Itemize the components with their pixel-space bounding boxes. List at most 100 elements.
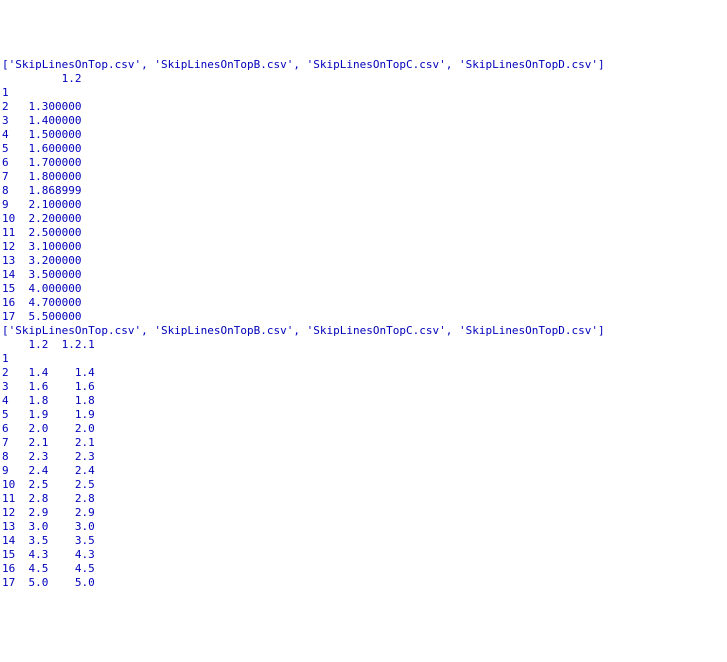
dataframe-row: 15 4.000000 [2, 282, 725, 296]
cell-value: 2.200000 [29, 212, 82, 225]
terminal-output: ['SkipLinesOnTop.csv', 'SkipLinesOnTopB.… [2, 58, 725, 590]
dataframe-row: 6 1.700000 [2, 156, 725, 170]
dataframe-row: 12 2.9 2.9 [2, 506, 725, 520]
dataframe-row: 9 2.100000 [2, 198, 725, 212]
row-index: 8 [2, 450, 29, 463]
cell-value: 2.9 [29, 506, 69, 519]
dataframe-row: 14 3.5 3.5 [2, 534, 725, 548]
row-index: 13 [2, 254, 29, 267]
dataframe-row: 2 1.4 1.4 [2, 366, 725, 380]
row-index: 12 [2, 240, 29, 253]
row-index: 6 [2, 156, 29, 169]
cell-value: 5.0 [75, 576, 115, 589]
row-index: 14 [2, 268, 29, 281]
row-index: 7 [2, 170, 29, 183]
row-index: 9 [2, 198, 29, 211]
cell-value: 2.1 [29, 436, 69, 449]
row-index: 11 [2, 492, 29, 505]
row-index: 5 [2, 408, 29, 421]
dataframe-header: 1.2 [2, 72, 725, 86]
cell-value: 3.200000 [29, 254, 82, 267]
dataframe-row: 6 2.0 2.0 [2, 422, 725, 436]
dataframe-row: 13 3.0 3.0 [2, 520, 725, 534]
dataframe-row: 2 1.300000 [2, 100, 725, 114]
dataframe-row: 5 1.600000 [2, 142, 725, 156]
dataframe-row: 9 2.4 2.4 [2, 464, 725, 478]
row-index: 4 [2, 394, 29, 407]
cell-value: 1.400000 [29, 114, 82, 127]
cell-value: 2.8 [75, 492, 115, 505]
dataframe-row: 12 3.100000 [2, 240, 725, 254]
cell-value: 4.000000 [29, 282, 82, 295]
row-index: 15 [2, 282, 29, 295]
dataframe-row: 3 1.400000 [2, 114, 725, 128]
dataframe-row: 13 3.200000 [2, 254, 725, 268]
dataframe-row: 1 [2, 86, 725, 100]
cell-value: 3.500000 [29, 268, 82, 281]
row-index: 6 [2, 422, 29, 435]
cell-value: 1.9 [75, 408, 115, 421]
row-index: 3 [2, 380, 29, 393]
cell-value: 1.800000 [29, 170, 82, 183]
dataframe-row: 8 2.3 2.3 [2, 450, 725, 464]
cell-value: 1.8 [75, 394, 115, 407]
cell-value: 3.5 [75, 534, 115, 547]
row-index: 13 [2, 520, 29, 533]
cell-value: 2.0 [29, 422, 69, 435]
row-index: 14 [2, 534, 29, 547]
row-index: 10 [2, 478, 29, 491]
cell-value: 2.500000 [29, 226, 82, 239]
cell-value: 1.500000 [29, 128, 82, 141]
row-index: 12 [2, 506, 29, 519]
row-index: 2 [2, 366, 29, 379]
dataframe-row: 17 5.0 5.0 [2, 576, 725, 590]
dataframe-row: 17 5.500000 [2, 310, 725, 324]
cell-value: 2.5 [29, 478, 69, 491]
cell-value: 2.3 [75, 450, 115, 463]
cell-value: 1.9 [29, 408, 69, 421]
row-index: 11 [2, 226, 29, 239]
cell-value: 5.0 [29, 576, 69, 589]
dataframe-row: 16 4.700000 [2, 296, 725, 310]
cell-value: 1.8 [29, 394, 69, 407]
cell-value: 1.700000 [29, 156, 82, 169]
row-index: 7 [2, 436, 29, 449]
dataframe-row: 5 1.9 1.9 [2, 408, 725, 422]
row-index: 16 [2, 296, 29, 309]
cell-value: 1.868999 [29, 184, 82, 197]
cell-value: 2.100000 [29, 198, 82, 211]
cell-value: 2.3 [29, 450, 69, 463]
dataframe-row: 10 2.200000 [2, 212, 725, 226]
row-index: 9 [2, 464, 29, 477]
cell-value: 1.6 [29, 380, 69, 393]
row-index: 3 [2, 114, 29, 127]
cell-value: 2.4 [75, 464, 115, 477]
cell-value: 5.500000 [29, 310, 82, 323]
row-index: 2 [2, 100, 29, 113]
row-index: 5 [2, 142, 29, 155]
cell-value: 1.4 [75, 366, 115, 379]
dataframe-row: 10 2.5 2.5 [2, 478, 725, 492]
cell-value: 3.0 [29, 520, 69, 533]
dataframe-header: 1.2 1.2.1 [2, 338, 725, 352]
file-list-line: ['SkipLinesOnTop.csv', 'SkipLinesOnTopB.… [2, 324, 725, 338]
dataframe-row: 8 1.868999 [2, 184, 725, 198]
cell-value: 3.0 [75, 520, 115, 533]
dataframe-row: 1 [2, 352, 725, 366]
cell-value: 1.6 [75, 380, 115, 393]
cell-value: 4.3 [75, 548, 115, 561]
row-index: 17 [2, 310, 29, 323]
dataframe-row: 3 1.6 1.6 [2, 380, 725, 394]
row-index: 8 [2, 184, 29, 197]
dataframe-row: 11 2.500000 [2, 226, 725, 240]
dataframe-row: 4 1.8 1.8 [2, 394, 725, 408]
row-index: 10 [2, 212, 29, 225]
cell-value: 3.5 [29, 534, 69, 547]
dataframe-row: 16 4.5 4.5 [2, 562, 725, 576]
cell-value: 2.9 [75, 506, 115, 519]
row-index: 15 [2, 548, 29, 561]
cell-value: 1.300000 [29, 100, 82, 113]
row-index: 17 [2, 576, 29, 589]
row-index: 16 [2, 562, 29, 575]
cell-value: 2.8 [29, 492, 69, 505]
